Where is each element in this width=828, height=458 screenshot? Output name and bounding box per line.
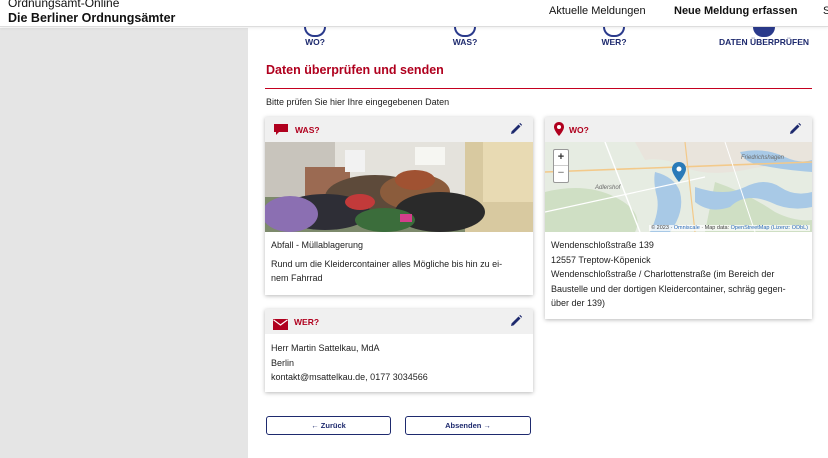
step-label: WER? xyxy=(601,37,627,47)
wo-detail-line-1: Wendenschloßstraße / Charlottenstraße (i… xyxy=(551,269,775,279)
wer-card-title: WER? xyxy=(294,317,320,327)
was-card: WAS? Abfall - Müllablagerung Rund um die… xyxy=(265,117,533,295)
map-place-label-friedrichshagen: Friedrichshagen xyxy=(741,155,785,161)
location-map[interactable]: Friedrichshagen Adlershof + − © 2023 · O… xyxy=(545,142,812,232)
map-attribution-osm-link[interactable]: OpenStreetMap (Lizenz: ODbL) xyxy=(731,225,808,231)
intro-text: Bitte prüfen Sie hier Ihre eingegebenen … xyxy=(266,97,450,107)
step-wo[interactable]: WO? xyxy=(302,27,328,47)
map-zoom-in-button[interactable]: + xyxy=(554,150,568,166)
was-card-header: WAS? xyxy=(265,117,533,142)
envelope-icon xyxy=(273,317,288,335)
map-zoom-control: + − xyxy=(553,149,569,183)
map-pin-icon xyxy=(554,122,564,141)
edit-was-pencil-icon[interactable] xyxy=(509,122,523,141)
map-marker-icon[interactable] xyxy=(672,162,686,187)
nav-item-cut[interactable]: S xyxy=(823,5,828,17)
was-description-line-1: Rund um die Kleidercontainer alles Mögli… xyxy=(271,258,503,269)
speech-bubble-icon xyxy=(273,123,289,141)
wo-detail-line-2: Baustelle und der dortigen Kleidercontai… xyxy=(551,283,786,294)
edit-wer-pencil-icon[interactable] xyxy=(509,314,523,333)
brand-title[interactable]: Die Berliner Ordnungsämter xyxy=(8,11,175,25)
map-place-label-adlershof: Adlershof xyxy=(595,185,621,191)
step-circle xyxy=(454,27,476,37)
map-attribution: © 2023 · Omniscale · Map data: OpenStree… xyxy=(649,225,810,231)
wer-card-body: Herr Martin Sattelkau, MdA Berlin kontak… xyxy=(265,334,533,391)
nav-aktuelle-meldungen[interactable]: Aktuelle Meldungen xyxy=(549,5,646,17)
wer-name: Herr Martin Sattelkau, MdA xyxy=(271,343,380,353)
left-panel xyxy=(0,28,248,458)
wo-address-line-1: Wendenschloßstraße 139 xyxy=(551,240,654,250)
nav-neue-meldung[interactable]: Neue Meldung erfassen xyxy=(674,5,797,17)
was-category: Abfall - Müllablagerung xyxy=(271,240,364,250)
map-zoom-out-button[interactable]: − xyxy=(554,166,568,182)
map-attribution-mapdata: · Map data: xyxy=(701,225,730,231)
page-title: Daten überprüfen und senden xyxy=(266,63,444,77)
step-label: WO? xyxy=(305,37,325,47)
progress-steps: WO? WAS? WER? DATEN ÜBERPRÜFEN xyxy=(248,27,828,49)
submit-button[interactable]: Absenden → xyxy=(405,416,531,435)
wo-detail-line-3: über der 139) xyxy=(551,298,606,308)
wer-city: Berlin xyxy=(271,357,295,368)
wo-address-line-2: 12557 Treptow-Köpenick xyxy=(551,254,651,265)
wer-card: WER? Herr Martin Sattelkau, MdA Berlin k… xyxy=(265,309,533,392)
step-label: WAS? xyxy=(452,37,478,47)
step-wer[interactable]: WER? xyxy=(599,27,629,47)
title-divider xyxy=(265,88,812,89)
was-card-title: WAS? xyxy=(295,125,320,135)
was-description-line-2: nem Fahrrad xyxy=(271,273,323,283)
edit-wo-pencil-icon[interactable] xyxy=(788,122,802,141)
top-bar: Ordnungsamt-Online Die Berliner Ordnungs… xyxy=(0,0,828,27)
wo-card-title: WO? xyxy=(569,125,589,135)
step-was[interactable]: WAS? xyxy=(450,27,480,47)
report-photo xyxy=(265,142,533,232)
step-daten-ueberpruefen: DATEN ÜBERPRÜFEN xyxy=(716,27,812,47)
brand-subtitle[interactable]: Ordnungsamt-Online xyxy=(8,0,119,10)
wo-card-header: WO? xyxy=(545,117,812,142)
step-circle-active xyxy=(753,27,775,37)
map-attribution-omniscale-link[interactable]: Omniscale xyxy=(674,225,700,231)
was-card-body: Abfall - Müllablagerung Rund um die Klei… xyxy=(265,232,533,292)
step-circle xyxy=(304,27,326,37)
wo-card: WO? Friedrichshagen Adlershof + − © 2023… xyxy=(545,117,812,319)
back-button[interactable]: ← Zurück xyxy=(266,416,391,435)
wer-card-header: WER? xyxy=(265,309,533,334)
step-label: DATEN ÜBERPRÜFEN xyxy=(718,37,810,47)
wo-card-body: Wendenschloßstraße 139 12557 Treptow-Köp… xyxy=(545,232,812,317)
map-attribution-prefix: © 2023 · xyxy=(651,225,673,231)
step-circle xyxy=(603,27,625,37)
wer-contact: kontakt@msattelkau.de, 0177 3034566 xyxy=(271,372,428,382)
